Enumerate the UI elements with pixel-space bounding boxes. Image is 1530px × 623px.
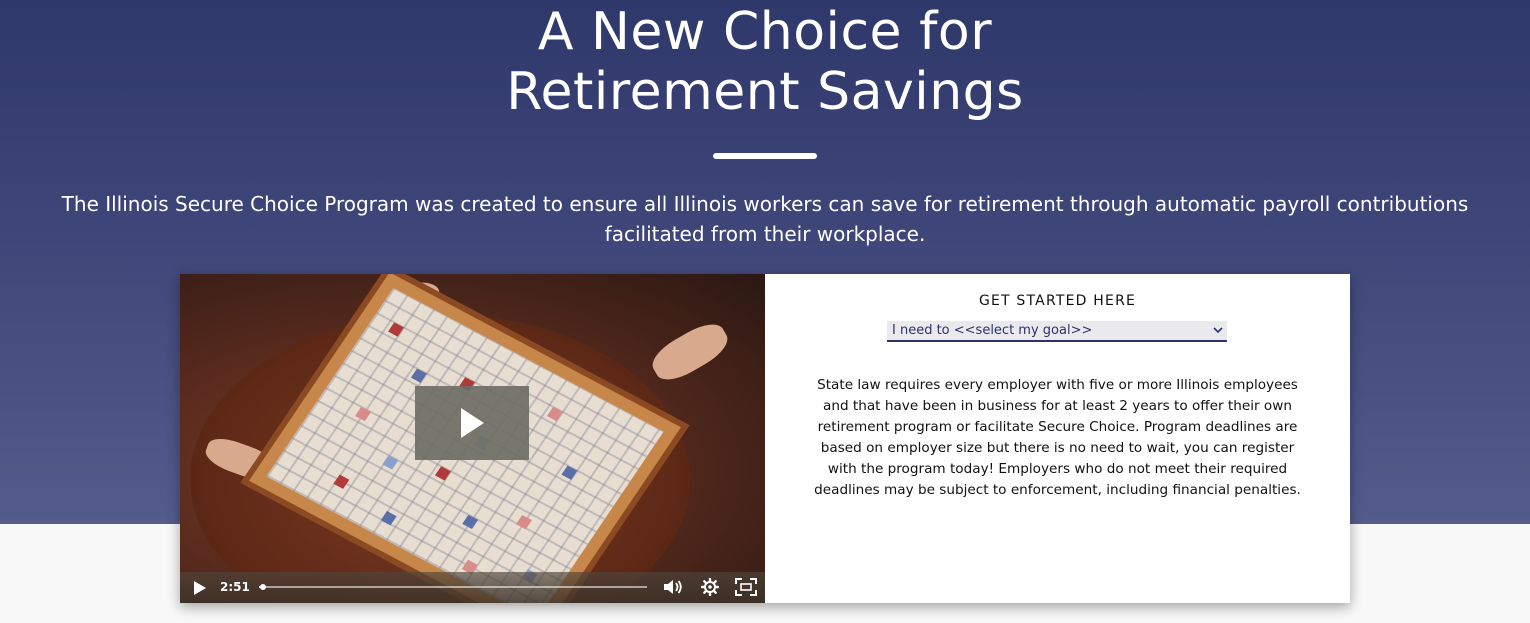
board-tile: [355, 406, 372, 422]
settings-icon[interactable]: [701, 578, 719, 596]
fullscreen-icon[interactable]: [735, 578, 757, 596]
video-player[interactable]: 2:51: [180, 274, 765, 603]
board-tile: [333, 474, 350, 489]
goal-select[interactable]: I need to <<select my goal>>: [887, 321, 1227, 342]
page: A New Choice for Retirement Savings The …: [0, 0, 1530, 623]
video-progress-bar[interactable]: [259, 584, 647, 590]
hero-divider: [713, 153, 817, 159]
get-started-heading: GET STARTED HERE: [978, 293, 1137, 309]
video-controls-bar: 2:51: [180, 572, 765, 603]
board-tile: [382, 455, 399, 470]
hero-title: A New Choice for Retirement Savings: [0, 2, 1530, 122]
get-started-card: 2:51 GET STARTED HERE I need to <<select…: [180, 274, 1350, 603]
board-tile: [561, 465, 578, 480]
video-play-button[interactable]: [415, 386, 529, 460]
video-progress-handle[interactable]: [259, 584, 266, 590]
get-started-body: State law requires every employer with f…: [814, 377, 1301, 498]
board-tile: [380, 511, 397, 526]
play-icon: [461, 408, 484, 438]
board-tile: [388, 322, 404, 337]
board-tile: [410, 368, 427, 383]
volume-icon[interactable]: [663, 578, 683, 596]
hero-subtitle: The Illinois Secure Choice Program was c…: [61, 192, 1469, 246]
get-started-panel: GET STARTED HERE I need to <<select my g…: [765, 274, 1350, 603]
board-tile: [516, 515, 532, 530]
board-tile: [546, 406, 563, 422]
hero-title-line-2: Retirement Savings: [506, 62, 1024, 122]
hero-title-line-1: A New Choice for: [537, 2, 993, 62]
board-tile: [462, 514, 479, 530]
chevron-down-icon: [1213, 327, 1223, 334]
goal-select-value: I need to <<select my goal>>: [892, 323, 1093, 338]
play-icon[interactable]: [190, 579, 208, 597]
video-thumbnail-hand: [646, 316, 734, 388]
video-time: 2:51: [220, 580, 250, 594]
board-tile: [434, 466, 451, 481]
